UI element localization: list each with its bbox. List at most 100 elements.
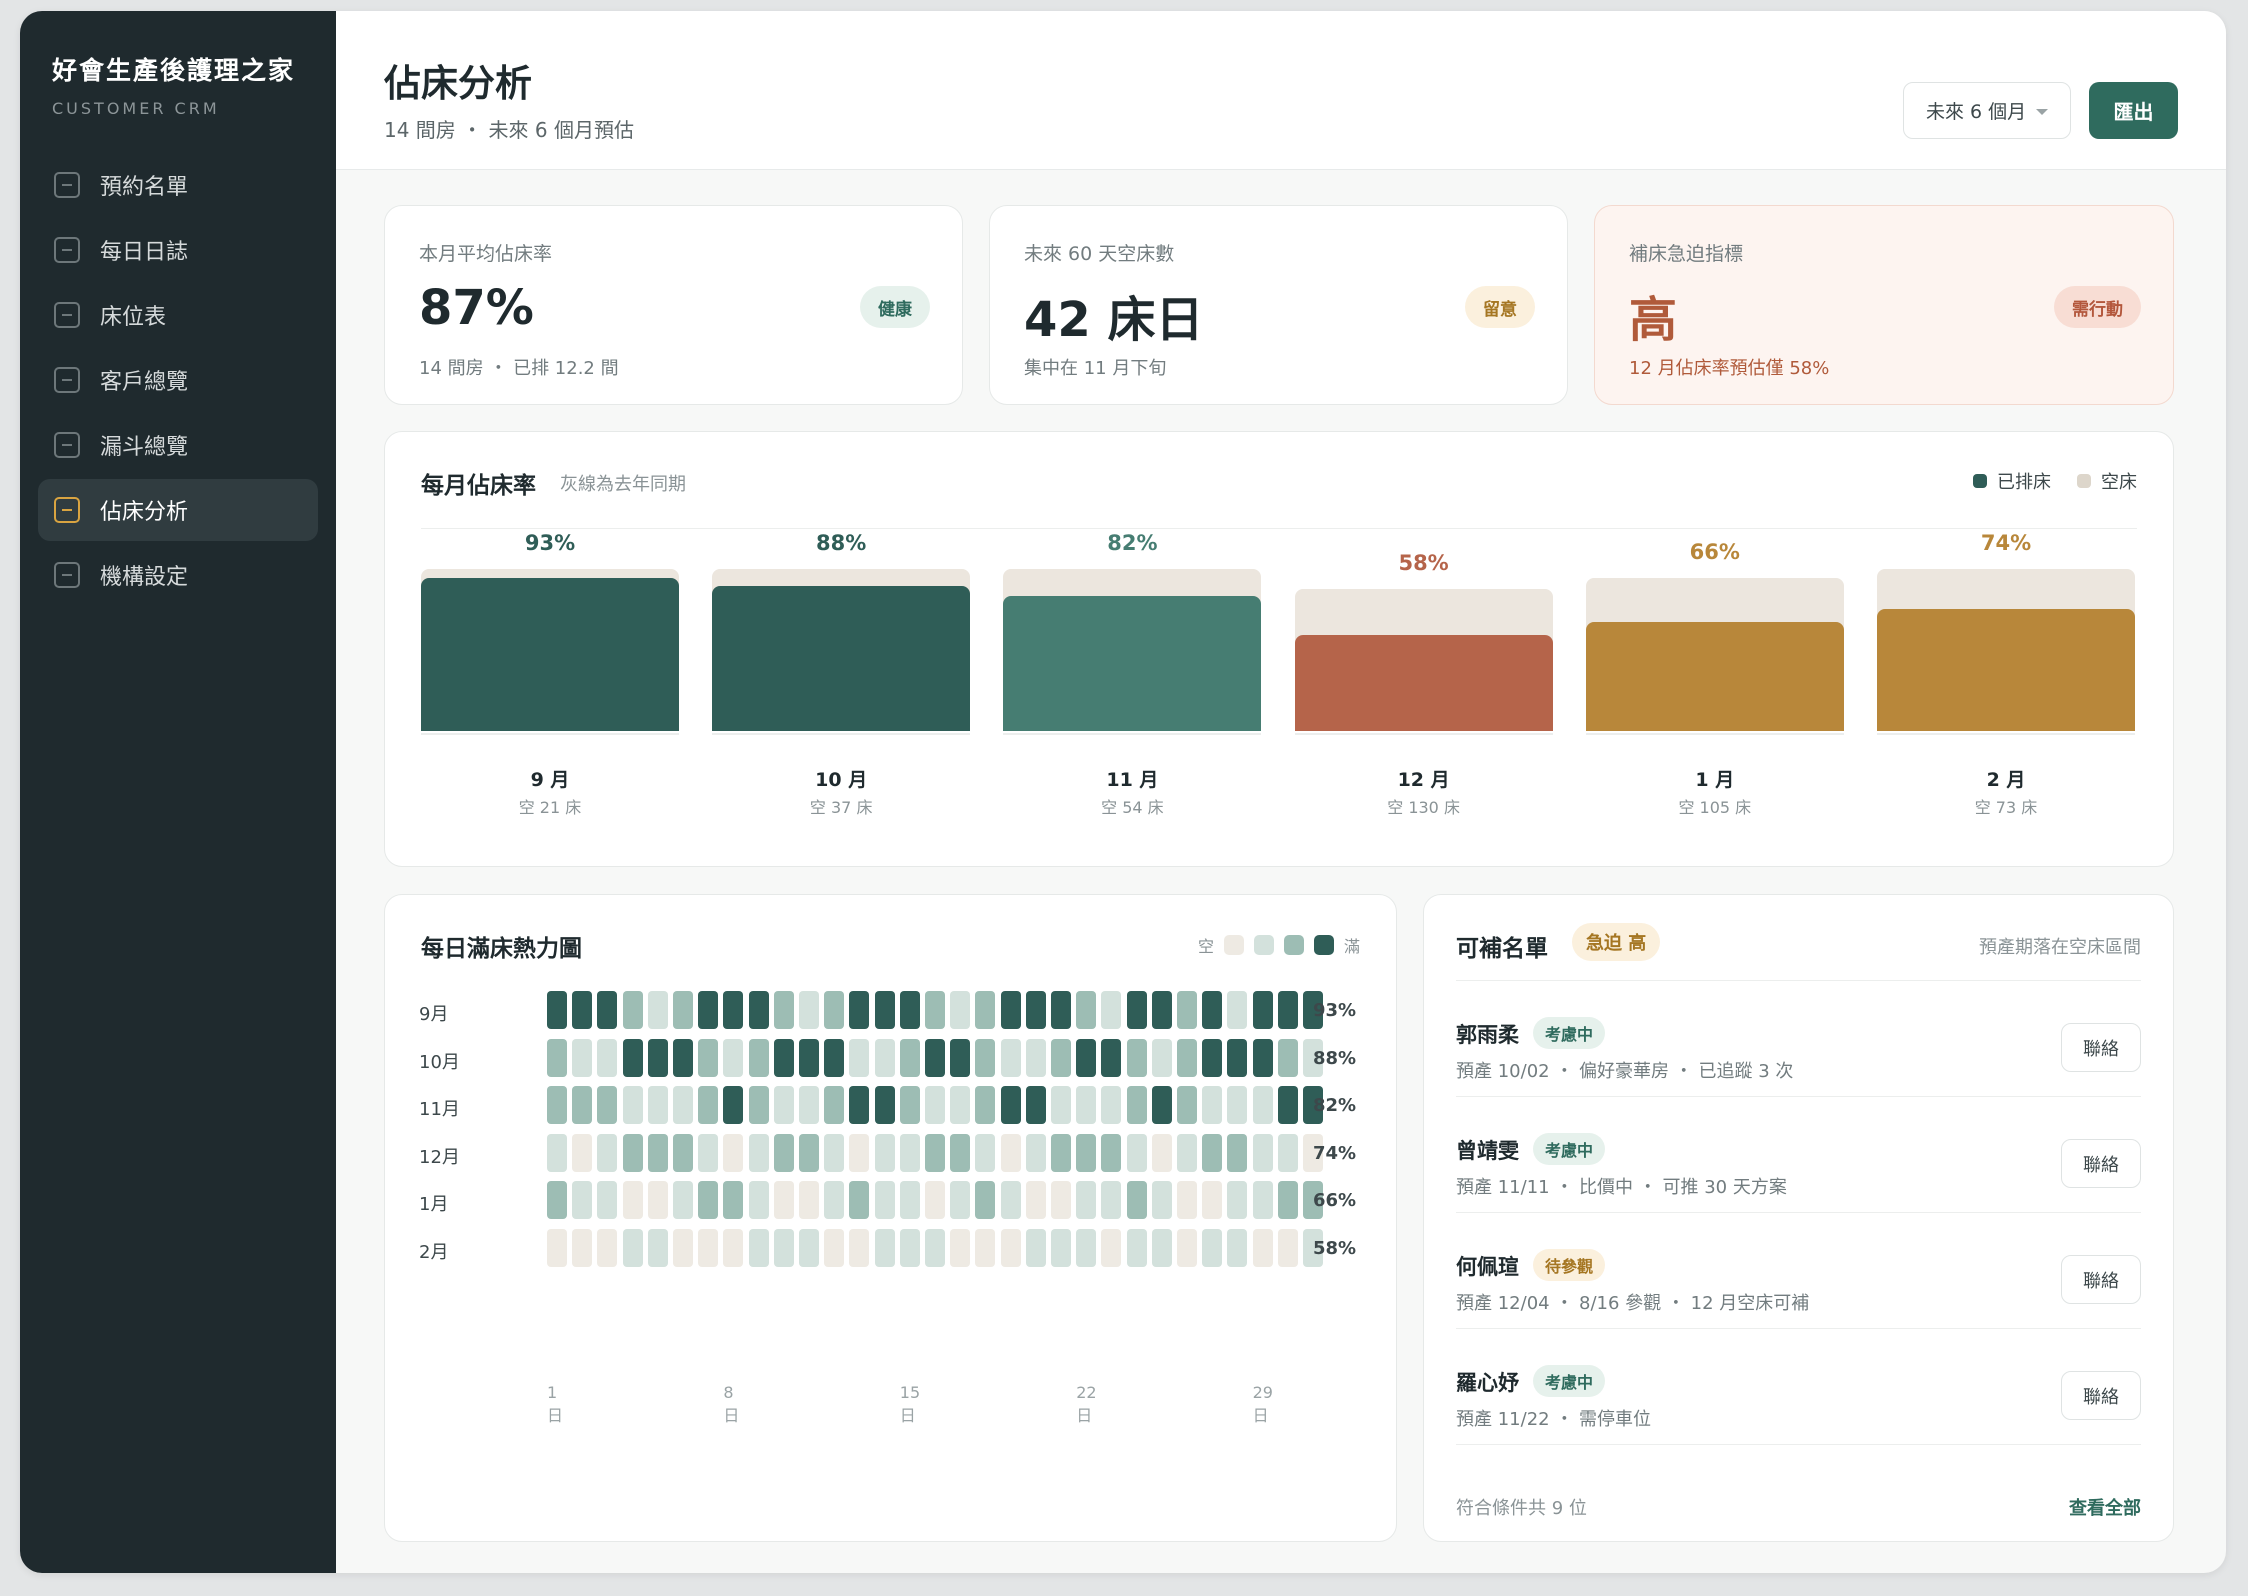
heatmap-cell[interactable] [925, 1086, 945, 1125]
heatmap-cell[interactable] [899, 1038, 920, 1077]
heatmap-cell[interactable] [874, 1038, 895, 1077]
heatmap-cell[interactable] [799, 991, 819, 1029]
sidebar-item-funnel[interactable]: 漏斗總覽 [38, 414, 318, 476]
heatmap-cell[interactable] [824, 1229, 845, 1267]
heatmap-cell[interactable] [647, 1038, 668, 1077]
heatmap-cell[interactable] [1151, 991, 1172, 1029]
heatmap-cell[interactable] [925, 1038, 945, 1077]
heatmap-cell[interactable] [773, 991, 794, 1029]
heatmap-cell[interactable] [925, 991, 945, 1029]
heatmap-cell[interactable] [950, 1086, 971, 1125]
sidebar-item-settings[interactable]: 機構設定 [38, 544, 318, 606]
bar[interactable] [712, 585, 971, 731]
heatmap-cell[interactable] [698, 1086, 719, 1125]
heatmap-cell[interactable] [1051, 1181, 1071, 1220]
heatmap-cell[interactable] [849, 1181, 870, 1220]
heatmap-cell[interactable] [723, 1086, 744, 1125]
heatmap-cell[interactable] [1000, 1086, 1021, 1125]
heatmap-cell[interactable] [1202, 1086, 1223, 1125]
heatmap-cell[interactable] [773, 1229, 794, 1267]
heatmap-cell[interactable] [1076, 1086, 1097, 1125]
heatmap-cell[interactable] [1076, 991, 1097, 1029]
heatmap-cell[interactable] [975, 1038, 996, 1077]
heatmap-cell[interactable] [647, 1229, 668, 1267]
heatmap-cell[interactable] [1000, 1038, 1021, 1077]
heatmap-cell[interactable] [1126, 1038, 1147, 1077]
heatmap-cell[interactable] [1227, 1038, 1248, 1077]
heatmap-cell[interactable] [849, 1086, 870, 1125]
heatmap-cell[interactable] [773, 1038, 794, 1077]
heatmap-cell[interactable] [1227, 1229, 1248, 1267]
heatmap-cell[interactable] [950, 991, 971, 1029]
heatmap-cell[interactable] [1252, 1229, 1273, 1267]
heatmap-cell[interactable] [1000, 991, 1021, 1029]
heatmap-cell[interactable] [1277, 1229, 1298, 1267]
heatmap-cell[interactable] [824, 1038, 845, 1077]
heatmap-cell[interactable] [1000, 1181, 1021, 1220]
heatmap-cell[interactable] [597, 991, 618, 1029]
heatmap-cell[interactable] [1177, 1133, 1197, 1172]
heatmap-cell[interactable] [723, 1038, 744, 1077]
bar[interactable] [1294, 635, 1553, 731]
contact-button[interactable]: 聯絡 [2061, 1023, 2141, 1072]
heatmap-cell[interactable] [824, 1181, 845, 1220]
heatmap-cell[interactable] [723, 1133, 744, 1172]
heatmap-cell[interactable] [1151, 1133, 1172, 1172]
heatmap-cell[interactable] [547, 1086, 567, 1125]
heatmap-cell[interactable] [622, 1086, 643, 1125]
heatmap-cell[interactable] [1051, 1086, 1071, 1125]
heatmap-cell[interactable] [1126, 1181, 1147, 1220]
heatmap-cell[interactable] [698, 1229, 719, 1267]
heatmap-cell[interactable] [547, 991, 567, 1029]
sidebar-item-reservations[interactable]: 預約名單 [38, 154, 318, 216]
heatmap-cell[interactable] [975, 1086, 996, 1125]
heatmap-cell[interactable] [1076, 1133, 1097, 1172]
heatmap-cell[interactable] [950, 1229, 971, 1267]
heatmap-cell[interactable] [925, 1181, 945, 1220]
heatmap-cell[interactable] [1252, 1086, 1273, 1125]
heatmap-cell[interactable] [1025, 1229, 1046, 1267]
heatmap-cell[interactable] [1101, 1229, 1122, 1267]
heatmap-cell[interactable] [1277, 1133, 1298, 1172]
heatmap-cell[interactable] [1277, 1086, 1298, 1125]
heatmap-cell[interactable] [1151, 1086, 1172, 1125]
heatmap-cell[interactable] [899, 1133, 920, 1172]
heatmap-cell[interactable] [1101, 1181, 1122, 1220]
heatmap-cell[interactable] [647, 991, 668, 1029]
heatmap-cell[interactable] [773, 1181, 794, 1220]
heatmap-cell[interactable] [647, 1181, 668, 1220]
heatmap-cell[interactable] [1277, 991, 1298, 1029]
heatmap-cell[interactable] [874, 1086, 895, 1125]
sidebar-item-occupancy[interactable]: 佔床分析 [38, 479, 318, 541]
heatmap-cell[interactable] [1227, 1133, 1248, 1172]
heatmap-cell[interactable] [723, 1181, 744, 1220]
heatmap-cell[interactable] [1126, 991, 1147, 1029]
heatmap-cell[interactable] [572, 1038, 593, 1077]
heatmap-cell[interactable] [925, 1133, 945, 1172]
heatmap-cell[interactable] [698, 991, 719, 1029]
heatmap-cell[interactable] [874, 1181, 895, 1220]
heatmap-cell[interactable] [647, 1086, 668, 1125]
heatmap-cell[interactable] [1202, 1133, 1223, 1172]
heatmap-cell[interactable] [975, 1181, 996, 1220]
heatmap-cell[interactable] [824, 1086, 845, 1125]
heatmap-cell[interactable] [1202, 1181, 1223, 1220]
heatmap-cell[interactable] [824, 991, 845, 1029]
heatmap-cell[interactable] [1051, 1038, 1071, 1077]
heatmap-cell[interactable] [547, 1181, 567, 1220]
heatmap-cell[interactable] [925, 1229, 945, 1267]
heatmap-cell[interactable] [748, 1229, 769, 1267]
heatmap-cell[interactable] [899, 1181, 920, 1220]
heatmap-cell[interactable] [1277, 1038, 1298, 1077]
heatmap-cell[interactable] [597, 1181, 618, 1220]
heatmap-cell[interactable] [799, 1229, 819, 1267]
heatmap-cell[interactable] [597, 1086, 618, 1125]
heatmap-cell[interactable] [1126, 1133, 1147, 1172]
heatmap-cell[interactable] [1025, 1133, 1046, 1172]
heatmap-cell[interactable] [622, 1038, 643, 1077]
heatmap-cell[interactable] [723, 991, 744, 1029]
heatmap-cell[interactable] [1252, 1181, 1273, 1220]
heatmap-cell[interactable] [673, 1229, 693, 1267]
heatmap-cell[interactable] [1252, 991, 1273, 1029]
heatmap-cell[interactable] [849, 1038, 870, 1077]
